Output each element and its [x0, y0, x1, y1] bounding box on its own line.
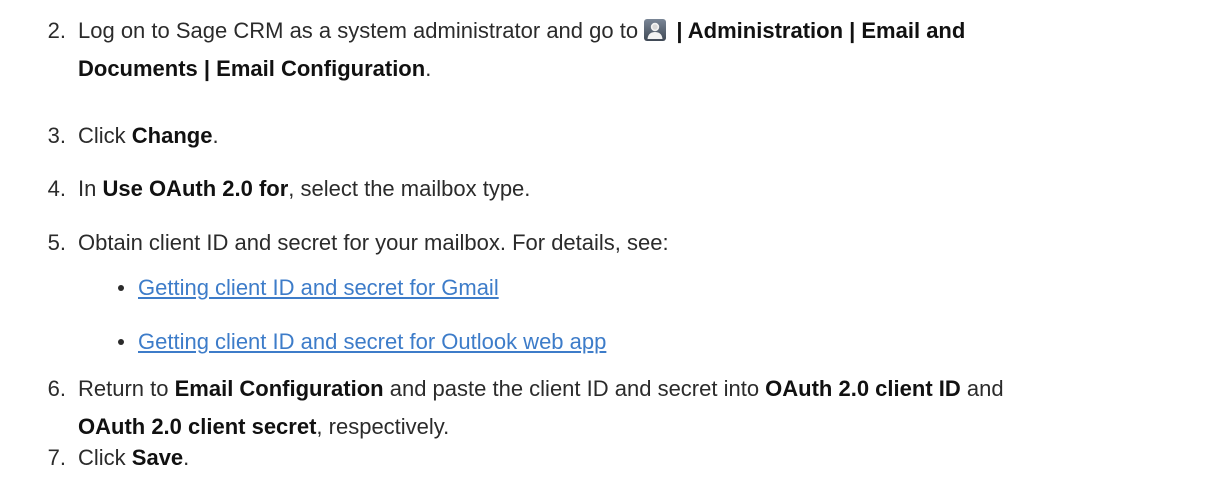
step-number: 4. — [47, 176, 66, 201]
outlook-secret-link[interactable]: Getting client ID and secret for Outlook… — [138, 324, 606, 360]
step-text: Click Save. — [78, 439, 1200, 477]
step-3: 3. Click Change. — [0, 117, 1200, 155]
step-6: 6. Return to Email Configuration and pas… — [0, 370, 1200, 446]
bullet-icon — [118, 339, 124, 345]
step-text: Obtain client ID and secret for your mai… — [78, 230, 669, 255]
list-item: Getting client ID and secret for Outlook… — [118, 324, 1118, 360]
step-text: Return to Email Configuration and paste … — [78, 370, 1200, 446]
step-number: 5. — [47, 230, 66, 255]
step-number: 3. — [47, 123, 66, 148]
step-3-text-start: Click — [78, 123, 132, 148]
step-4-text-start: In — [78, 176, 103, 201]
change-label: Change — [131, 123, 213, 148]
email-config-label: Email Configuration — [174, 376, 384, 401]
step-2-text-end: . — [425, 56, 432, 81]
use-oauth-label: Use OAuth 2.0 for — [102, 176, 289, 201]
bullet-icon — [118, 285, 124, 291]
step-4-text-end: , select the mailbox type. — [288, 176, 531, 201]
step-6-text-start: Return to — [78, 376, 175, 401]
step-number: 7. — [47, 445, 66, 470]
step-7-text-start: Click — [78, 445, 132, 470]
step-4: 4. In Use OAuth 2.0 for, select the mail… — [0, 170, 1200, 208]
admin-user-icon — [644, 19, 667, 41]
step-7-text-end: . — [183, 445, 190, 470]
step-number: 2. — [47, 18, 66, 43]
step-6-text-end: , respectively. — [316, 414, 450, 439]
step-2-text-start: Log on to Sage CRM as a system administr… — [78, 18, 639, 43]
email-config-path: Documents | Email Configuration — [78, 56, 426, 81]
step-5: 5. Obtain client ID and secret for your … — [0, 224, 1200, 262]
step-6-text-mid: and paste the client ID and secret into — [383, 376, 766, 401]
step-2: 2. Log on to Sage CRM as a system admini… — [0, 12, 1200, 88]
details-link-list: Getting client ID and secret for Gmail G… — [118, 270, 1118, 360]
admin-path: | Administration | Email and — [676, 18, 966, 43]
step-text: In Use OAuth 2.0 for, select the mailbox… — [78, 170, 1200, 208]
step-number: 6. — [47, 376, 66, 401]
step-6-text-and: and — [960, 376, 1004, 401]
step-text: Log on to Sage CRM as a system administr… — [78, 12, 1200, 88]
step-7: 7. Click Save. — [0, 439, 1200, 477]
step-3-text-end: . — [212, 123, 219, 148]
save-label: Save — [131, 445, 184, 470]
gmail-secret-link[interactable]: Getting client ID and secret for Gmail — [138, 270, 499, 306]
step-text: Click Change. — [78, 117, 1200, 155]
client-secret-label: OAuth 2.0 client secret — [78, 414, 317, 439]
client-id-label: OAuth 2.0 client ID — [765, 376, 961, 401]
list-item: Getting client ID and secret for Gmail — [118, 270, 1118, 306]
